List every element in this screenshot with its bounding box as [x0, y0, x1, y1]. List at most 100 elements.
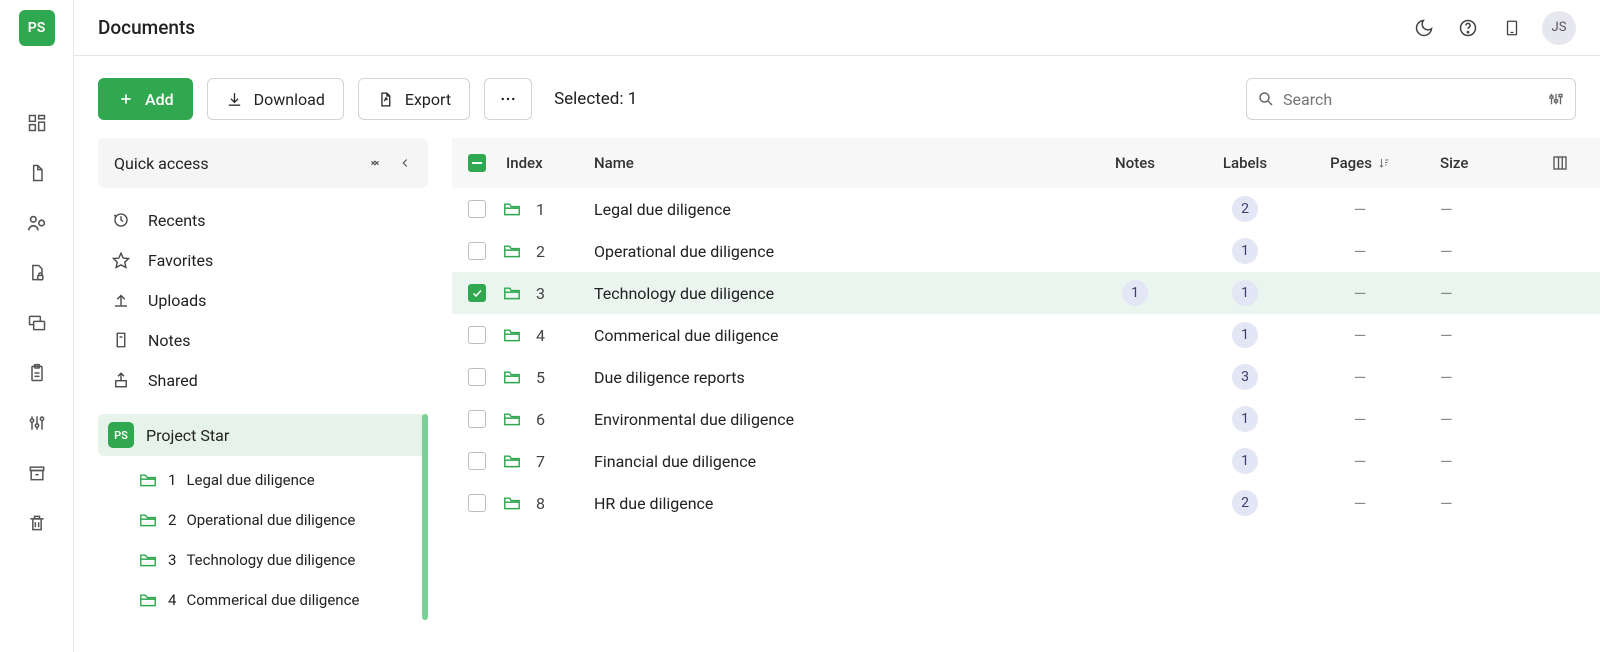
qa-item-notes[interactable]: Notes: [98, 320, 428, 360]
share-icon: [112, 371, 132, 389]
row-pages: —: [1354, 242, 1367, 261]
dashboard-icon[interactable]: [26, 112, 48, 134]
row-size: —: [1440, 368, 1453, 387]
folder-icon: [502, 285, 522, 301]
search-box[interactable]: [1246, 78, 1576, 120]
download-button[interactable]: Download: [207, 78, 344, 120]
folder-icon: [502, 453, 522, 469]
row-size: —: [1440, 410, 1453, 429]
table-row[interactable]: 4Commerical due diligence1——: [452, 314, 1600, 356]
table-row[interactable]: 3Technology due diligence11——: [452, 272, 1600, 314]
table-header: Index Name Notes Labels Pages Size: [452, 138, 1600, 188]
select-all-checkbox[interactable]: [468, 154, 486, 172]
document-icon[interactable]: [26, 162, 48, 184]
table-row[interactable]: 6Environmental due diligence1——: [452, 398, 1600, 440]
qa-item-recents[interactable]: Recents: [98, 200, 428, 240]
help-icon[interactable]: [1454, 14, 1482, 42]
upload-icon: [112, 291, 132, 309]
row-checkbox[interactable]: [468, 494, 486, 512]
qa-item-favorites[interactable]: Favorites: [98, 240, 428, 280]
row-name: Technology due diligence: [594, 284, 1080, 303]
collapse-panel-icon[interactable]: [368, 156, 382, 170]
labels-count: 1: [1232, 238, 1258, 264]
row-checkbox[interactable]: [468, 410, 486, 428]
row-checkbox[interactable]: [468, 242, 486, 260]
table-row[interactable]: 2Operational due diligence1——: [452, 230, 1600, 272]
filter-icon[interactable]: [1547, 90, 1565, 108]
folder-icon: [138, 512, 158, 528]
folder-icon: [502, 411, 522, 427]
side-panel: Quick access Recents: [98, 138, 428, 652]
col-header-name[interactable]: Name: [594, 154, 1080, 172]
qa-item-label: Notes: [148, 331, 191, 350]
archive-icon[interactable]: [26, 462, 48, 484]
qa-item-uploads[interactable]: Uploads: [98, 280, 428, 320]
add-button-label: Add: [145, 90, 174, 109]
star-icon: [112, 251, 132, 269]
row-name: Operational due diligence: [594, 242, 1080, 261]
qa-item-shared[interactable]: Shared: [98, 360, 428, 400]
row-size: —: [1440, 200, 1453, 219]
labels-count: 2: [1232, 490, 1258, 516]
row-name: HR due diligence: [594, 494, 1080, 513]
col-header-size[interactable]: Size: [1420, 154, 1540, 172]
settings-sliders-icon[interactable]: [26, 412, 48, 434]
note-icon: [112, 331, 132, 349]
folder-icon: [502, 495, 522, 511]
table-row[interactable]: 1Legal due diligence2——: [452, 188, 1600, 230]
row-pages: —: [1354, 326, 1367, 345]
tree-item-index: 4: [168, 591, 176, 609]
row-checkbox[interactable]: [468, 284, 486, 302]
qa-icon[interactable]: [26, 312, 48, 334]
labels-count: 3: [1232, 364, 1258, 390]
row-index: 1: [536, 200, 545, 219]
folder-icon: [502, 243, 522, 259]
col-header-index[interactable]: Index: [502, 154, 594, 172]
folder-icon: [502, 201, 522, 217]
col-header-notes[interactable]: Notes: [1080, 154, 1190, 172]
project-badge[interactable]: PS: [19, 10, 55, 46]
col-header-labels[interactable]: Labels: [1190, 154, 1300, 172]
people-icon[interactable]: [26, 212, 48, 234]
user-avatar[interactable]: JS: [1542, 11, 1576, 45]
tree-item[interactable]: 1Legal due diligence: [138, 460, 428, 500]
clipboard-icon[interactable]: [26, 362, 48, 384]
labels-count: 1: [1232, 322, 1258, 348]
row-pages: —: [1354, 410, 1367, 429]
download-icon: [226, 90, 244, 108]
ellipsis-icon: [499, 90, 517, 108]
folder-icon: [138, 552, 158, 568]
row-checkbox[interactable]: [468, 200, 486, 218]
table-row[interactable]: 7Financial due diligence1——: [452, 440, 1600, 482]
export-button[interactable]: Export: [358, 78, 470, 120]
labels-count: 1: [1232, 406, 1258, 432]
row-checkbox[interactable]: [468, 326, 486, 344]
columns-config-icon[interactable]: [1540, 154, 1580, 172]
search-input[interactable]: [1283, 90, 1539, 109]
tree-item[interactable]: 4Commerical due diligence: [138, 580, 428, 620]
tree-root[interactable]: PS Project Star: [98, 414, 428, 456]
download-button-label: Download: [254, 90, 325, 109]
row-name: Environmental due diligence: [594, 410, 1080, 429]
device-icon[interactable]: [1498, 14, 1526, 42]
trash-icon[interactable]: [26, 512, 48, 534]
col-header-pages[interactable]: Pages: [1300, 154, 1420, 172]
secure-doc-icon[interactable]: [26, 262, 48, 284]
table-row[interactable]: 8HR due diligence2——: [452, 482, 1600, 524]
row-checkbox[interactable]: [468, 452, 486, 470]
more-actions-button[interactable]: [484, 78, 532, 120]
labels-count: 1: [1232, 448, 1258, 474]
tree-item[interactable]: 3Technology due diligence: [138, 540, 428, 580]
tree-item-label: Operational due diligence: [186, 511, 355, 529]
row-size: —: [1440, 242, 1453, 261]
clock-icon: [112, 211, 132, 229]
chevron-left-icon[interactable]: [398, 156, 412, 170]
export-button-label: Export: [405, 90, 451, 109]
row-pages: —: [1354, 368, 1367, 387]
add-button[interactable]: Add: [98, 78, 193, 120]
theme-toggle-icon[interactable]: [1410, 14, 1438, 42]
row-pages: —: [1354, 284, 1367, 303]
table-row[interactable]: 5Due diligence reports3——: [452, 356, 1600, 398]
row-checkbox[interactable]: [468, 368, 486, 386]
tree-item[interactable]: 2Operational due diligence: [138, 500, 428, 540]
